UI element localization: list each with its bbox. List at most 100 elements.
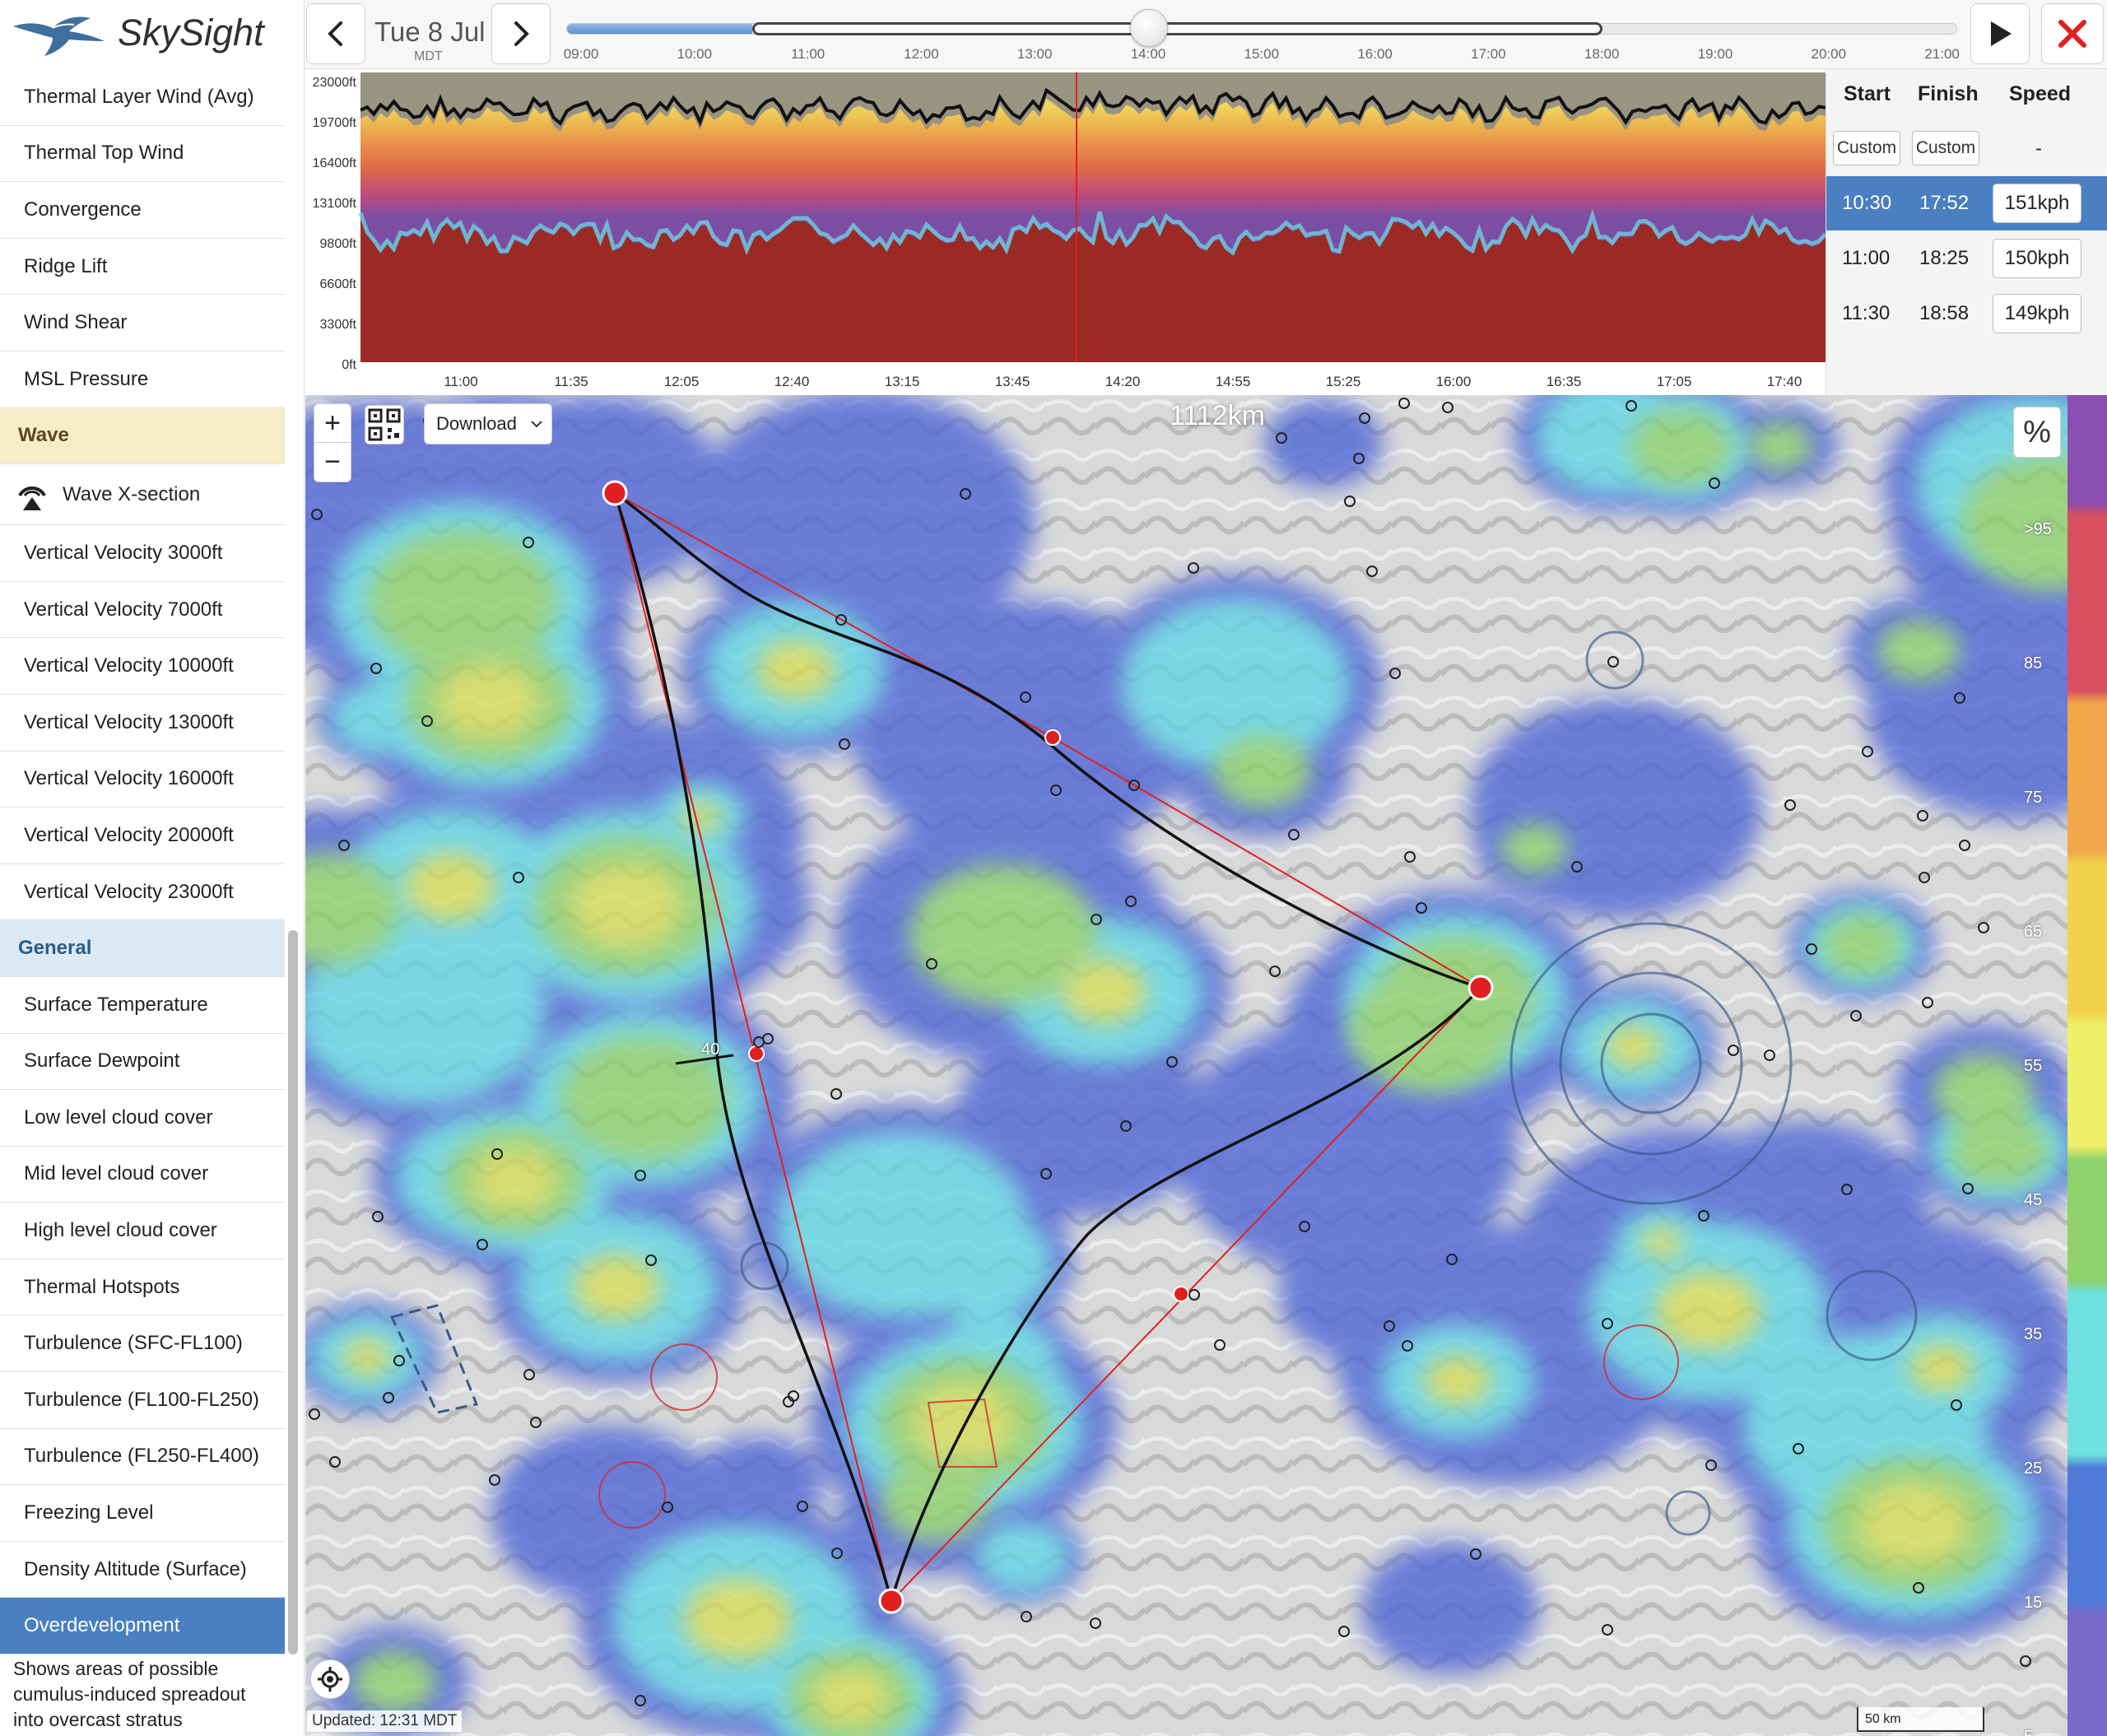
- custom-speed: -: [2035, 137, 2042, 160]
- sidebar-item-label: Vertical Velocity 13000ft: [24, 710, 234, 733]
- sidebar-item-label: Overdevelopment: [24, 1614, 180, 1637]
- timeline-tick: 12:00: [904, 46, 939, 62]
- sidebar-item-thermal-hotspots[interactable]: Thermal Hotspots: [0, 1259, 285, 1316]
- timezone-label: MDT: [414, 49, 443, 63]
- sidebar-item-low-level-cloud-cover[interactable]: Low level cloud cover: [0, 1090, 285, 1147]
- sidebar-item-vertical-velocity-10000ft[interactable]: Vertical Velocity 10000ft: [0, 638, 285, 695]
- task-row[interactable]: 11:30 18:58 149kph: [1826, 286, 2107, 341]
- sidebar-item-vertical-velocity-23000ft[interactable]: Vertical Velocity 23000ft: [0, 863, 285, 921]
- sidebar-item-thermal-layer-wind-avg[interactable]: Thermal Layer Wind (Avg): [0, 69, 285, 126]
- sidebar-item-wave[interactable]: Wave: [0, 407, 285, 465]
- sidebar-item-label: Mid level cloud cover: [24, 1162, 209, 1185]
- sidebar-item-label: Vertical Velocity 16000ft: [24, 767, 234, 790]
- sidebar-scrollbar[interactable]: [288, 930, 298, 1655]
- task-speed-table: Start Finish Speed Custom Custom - 10:30…: [1826, 69, 2107, 395]
- sidebar-item-label: Wind Shear: [24, 311, 128, 334]
- qr-code-button[interactable]: [365, 405, 404, 444]
- sidebar-item-turbulence-sfc-fl100[interactable]: Turbulence (SFC-FL100): [0, 1315, 285, 1373]
- play-button[interactable]: [1970, 3, 2030, 64]
- sidebar-item-surface-temperature[interactable]: Surface Temperature: [0, 976, 285, 1034]
- sidebar-item-label: Turbulence (FL250-FL400): [24, 1445, 259, 1468]
- zoom-out-button[interactable]: −: [314, 443, 351, 482]
- sidebar-item-vertical-velocity-3000ft[interactable]: Vertical Velocity 3000ft: [0, 525, 285, 582]
- map-canvas[interactable]: [305, 395, 2107, 1736]
- sidebar-item-msl-pressure[interactable]: MSL Pressure: [0, 351, 285, 408]
- time-label: 17:40: [1766, 374, 1802, 389]
- prev-day-button[interactable]: [306, 3, 365, 64]
- units-percent-button[interactable]: %: [2013, 407, 2061, 458]
- zoom-in-button[interactable]: +: [314, 404, 351, 444]
- sidebar-item-label: Thermal Top Wind: [24, 142, 184, 165]
- custom-finish-button[interactable]: Custom: [1912, 131, 1979, 165]
- color-legend: [2067, 395, 2107, 1736]
- sidebar-item-high-level-cloud-cover[interactable]: High level cloud cover: [0, 1203, 285, 1259]
- sidebar-item-convergence[interactable]: Convergence: [0, 182, 285, 239]
- app-logo[interactable]: SkySight: [0, 0, 304, 69]
- timeline-tick: 15:00: [1244, 46, 1280, 62]
- timeline-knob[interactable]: [1130, 9, 1168, 47]
- next-day-button[interactable]: [491, 3, 551, 64]
- timeline-tick: 13:00: [1016, 46, 1053, 62]
- sidebar-item-label: Wave X-section: [63, 482, 201, 505]
- download-dropdown[interactable]: Download: [424, 403, 552, 444]
- forecast-map[interactable]: + − Download 1112km % 40 Updated: 12:31 …: [305, 395, 2107, 1736]
- download-label: Download: [436, 413, 517, 434]
- timeline-tick: 09:00: [563, 46, 599, 62]
- task-row-custom: Custom Custom -: [1826, 122, 2107, 176]
- legend-gradient: [2067, 395, 2107, 1736]
- sidebar-item-wave-x-section[interactable]: Wave X-section: [0, 464, 285, 526]
- task-speed-button[interactable]: 149kph: [1993, 294, 2081, 333]
- sidebar-item-surface-dewpoint[interactable]: Surface Dewpoint: [0, 1033, 285, 1091]
- sidebar-item-overdevelopment[interactable]: Overdevelopment: [0, 1598, 285, 1655]
- legend-value: 35: [2024, 1325, 2043, 1343]
- task-speed-button[interactable]: 151kph: [1993, 184, 2081, 223]
- sidebar-item-vertical-velocity-7000ft[interactable]: Vertical Velocity 7000ft: [0, 581, 285, 639]
- skysight-bird-icon: [13, 16, 105, 56]
- sidebar-item-vertical-velocity-13000ft[interactable]: Vertical Velocity 13000ft: [0, 694, 285, 752]
- date-label: Tue 8 Jul: [374, 16, 486, 47]
- sidebar-item-label: Density Altitude (Surface): [24, 1557, 247, 1580]
- custom-start-button[interactable]: Custom: [1833, 131, 1900, 165]
- altitude-label: 19700ft: [312, 116, 356, 130]
- sidebar-item-wind-shear[interactable]: Wind Shear: [0, 295, 285, 351]
- task-start-time: 10:30: [1842, 192, 1892, 214]
- sidebar-item-vertical-velocity-16000ft[interactable]: Vertical Velocity 16000ft: [0, 751, 285, 808]
- sidebar-item-mid-level-cloud-cover[interactable]: Mid level cloud cover: [0, 1146, 285, 1203]
- sidebar-item-turbulence-fl250-fl400[interactable]: Turbulence (FL250-FL400): [0, 1428, 285, 1486]
- close-icon: [2058, 20, 2086, 48]
- sidebar-item-freezing-level[interactable]: Freezing Level: [0, 1485, 285, 1542]
- sidebar-item-turbulence-fl100-fl250[interactable]: Turbulence (FL100-FL250): [0, 1372, 285, 1429]
- timeline-tick: 18:00: [1584, 46, 1620, 62]
- sidebar-item-thermal-top-wind[interactable]: Thermal Top Wind: [0, 125, 285, 183]
- time-bar: Tue 8 Jul MDT 09:00 10:00 11:00 12:00 13:00 1…: [305, 0, 2107, 69]
- sidebar-item-ridge-lift[interactable]: Ridge Lift: [0, 238, 285, 296]
- time-label: 13:15: [884, 374, 920, 389]
- task-row[interactable]: 11:00 18:25 150kph: [1826, 231, 2107, 286]
- altitude-label: 16400ft: [312, 156, 356, 170]
- sidebar-item-density-altitude-surface[interactable]: Density Altitude (Surface): [0, 1541, 285, 1599]
- task-speed-button[interactable]: 150kph: [1993, 239, 2081, 278]
- route-cross-section[interactable]: 23000ft 19700ft 16400ft 13100ft 9800ft 6600ft…: [305, 69, 1826, 395]
- legend-value: 15: [2024, 1594, 2043, 1612]
- sidebar-item-general[interactable]: General: [0, 920, 285, 977]
- locate-button[interactable]: [310, 1659, 350, 1699]
- close-button[interactable]: [2041, 3, 2104, 64]
- qr-code-icon: [368, 408, 401, 441]
- sidebar-item-label: Turbulence (FL100-FL250): [24, 1388, 259, 1411]
- sidebar-item-label: Vertical Velocity 23000ft: [24, 880, 234, 903]
- time-label: 16:00: [1435, 374, 1472, 389]
- legend-value: 85: [2024, 654, 2043, 673]
- sidebar-item-label: Low level cloud cover: [24, 1105, 213, 1129]
- sidebar-item-label: Convergence: [24, 198, 142, 221]
- sidebar-item-label: Turbulence (SFC-FL100): [24, 1332, 243, 1355]
- time-label: 14:55: [1215, 374, 1251, 389]
- layer-description: Shows areas of possible cumulus-induced …: [0, 1655, 285, 1736]
- sidebar-item-vertical-velocity-20000ft[interactable]: Vertical Velocity 20000ft: [0, 807, 285, 864]
- task-time-range[interactable]: [751, 22, 1603, 35]
- task-start-time: 11:30: [1842, 302, 1891, 324]
- timeline-slider[interactable]: [566, 9, 1957, 47]
- sidebar-item-label: High level cloud cover: [24, 1219, 217, 1242]
- task-row[interactable]: 10:30 17:52 151kph: [1826, 176, 2107, 230]
- sidebar-item-label: General: [18, 937, 92, 960]
- sidebar-item-label: Surface Dewpoint: [24, 1050, 180, 1073]
